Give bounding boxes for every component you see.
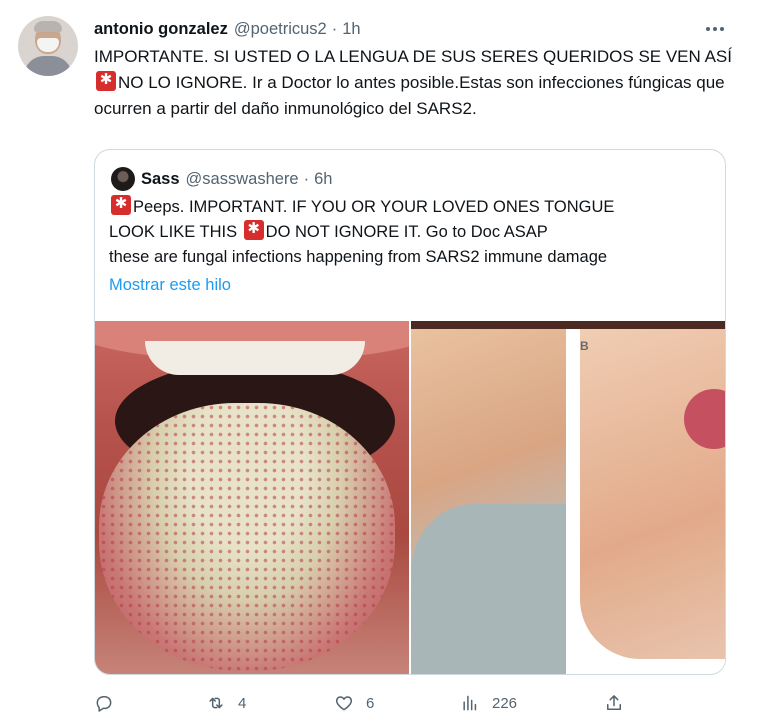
tweet-actions: 4 6 226: [94, 690, 634, 716]
tweet-header: antonio gonzalez @poetricus2 · 1h: [94, 18, 361, 40]
author-handle[interactable]: @poetricus2: [234, 20, 327, 39]
police-light-emoji-icon: [96, 70, 116, 91]
quote-line-1: Peeps. IMPORTANT. IF YOU OR YOUR LOVED O…: [109, 194, 719, 220]
like-button[interactable]: 6: [334, 690, 374, 716]
image-panel-b: B: [572, 329, 725, 674]
views-button[interactable]: 226: [460, 690, 517, 716]
quote-text: Peeps. IMPORTANT. IF YOU OR YOUR LOVED O…: [109, 194, 719, 270]
avatar-hair: [34, 21, 62, 32]
retweet-icon: [209, 697, 223, 709]
quote-time: 6h: [314, 169, 333, 188]
author-name[interactable]: antonio gonzalez: [94, 20, 228, 39]
police-light-emoji-icon: [243, 219, 264, 240]
tweet[interactable]: antonio gonzalez @poetricus2 · 1h IMPORT…: [0, 0, 762, 726]
quote-separator-dot: ·: [303, 169, 310, 188]
views-icon: [463, 695, 477, 711]
image-panel-a: [411, 329, 566, 674]
tweet-text-part2: NO LO IGNORE. Ir a Doctor lo antes posib…: [94, 73, 725, 118]
image-top-bar: [411, 321, 725, 329]
reply-icon: [96, 696, 112, 712]
shoulder-shape: [411, 504, 566, 674]
avatar-body: [24, 56, 72, 76]
tweet-text-part1: IMPORTANTE. SI USTED O LA LENGUA DE SUS …: [94, 47, 732, 66]
like-count: 6: [366, 694, 375, 712]
quote-line-2a-text: LOOK LIKE THIS: [109, 223, 242, 241]
quote-line-2: LOOK LIKE THIS DO NOT IGNORE IT. Go to D…: [109, 219, 719, 245]
retweet-button[interactable]: 4: [206, 690, 246, 716]
more-options-icon[interactable]: [703, 18, 727, 40]
quote-header: Sass @sasswashere · 6h: [141, 167, 332, 191]
share-icon: [607, 695, 621, 710]
comparison-image[interactable]: B: [411, 321, 725, 674]
quote-line-3: these are fungal infections happening fr…: [109, 248, 608, 266]
quoted-tweet[interactable]: Sass @sasswashere · 6h Peeps. IMPORTANT.…: [94, 149, 726, 675]
face-shape: [580, 329, 725, 659]
share-button[interactable]: [604, 690, 624, 716]
panel-b-label: B: [580, 339, 589, 353]
show-thread-link[interactable]: Mostrar este hilo: [109, 276, 231, 295]
heart-icon: [335, 696, 353, 711]
views-count: 226: [492, 694, 518, 712]
tweet-time[interactable]: 1h: [342, 20, 360, 39]
separator-dot: ·: [331, 19, 338, 38]
tongue-shape: [99, 403, 395, 671]
police-light-emoji-icon: [111, 194, 131, 215]
author-avatar[interactable]: [18, 16, 78, 76]
quote-author-avatar[interactable]: [111, 167, 135, 191]
quote-author-name: Sass: [141, 169, 180, 188]
retweet-count: 4: [238, 694, 247, 712]
tongue-image[interactable]: [95, 321, 409, 674]
quote-line-1-text: Peeps. IMPORTANT. IF YOU OR YOUR LOVED O…: [133, 198, 615, 216]
teeth-shape: [145, 341, 365, 375]
reply-button[interactable]: [94, 690, 114, 716]
tweet-text: IMPORTANTE. SI USTED O LA LENGUA DE SUS …: [94, 44, 739, 122]
quote-line-2b-text: DO NOT IGNORE IT. Go to Doc ASAP: [265, 223, 548, 241]
quote-author-handle: @sasswashere: [185, 169, 299, 188]
